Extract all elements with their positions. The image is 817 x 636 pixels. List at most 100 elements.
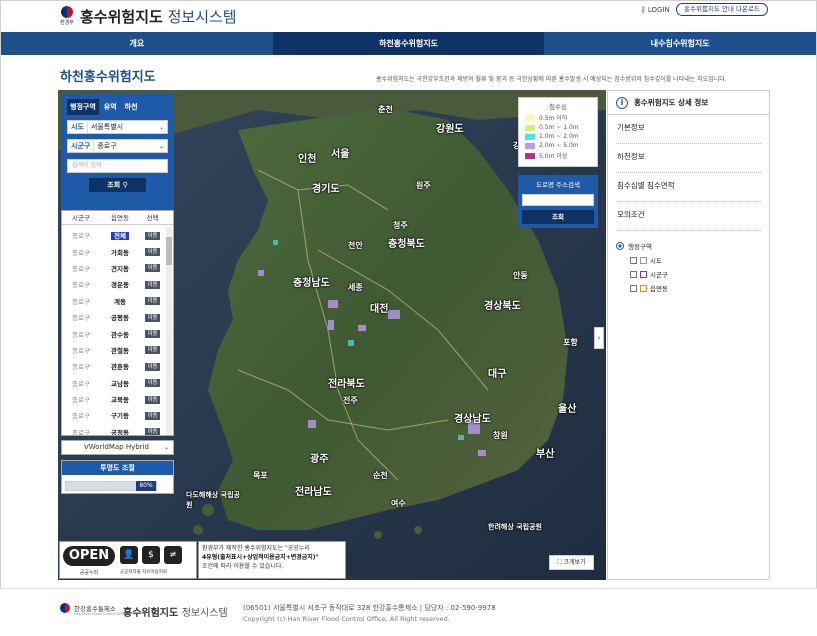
table-row[interactable]: 종로구 교북동 이동 <box>62 391 166 407</box>
move-button[interactable]: 이동 <box>145 346 160 355</box>
row-sigungu: 종로구 <box>72 379 90 388</box>
row-dong: 관철동 <box>111 346 129 355</box>
sido-select[interactable]: 시도 서울특별시 ⌄ <box>67 120 168 134</box>
site-title[interactable]: 홍수위험지도 정보시스템 <box>80 6 237 27</box>
nav-item-river-flood-map[interactable]: 하천홍수위험지도 <box>272 32 545 55</box>
gov-emblem-icon <box>60 603 70 613</box>
table-scrollbar[interactable] <box>166 227 172 435</box>
move-button[interactable]: 이동 <box>145 395 160 404</box>
row-dong: 계동 <box>114 297 126 306</box>
map-label: 대구 <box>488 369 507 380</box>
tab-admin-district[interactable]: 행정구역 <box>67 99 99 115</box>
basemap-select[interactable]: VWorldMap Hybrid ⌄ <box>61 440 174 455</box>
layer-sido[interactable]: 시도 <box>630 255 761 265</box>
detail-flood-area[interactable]: 침수심별 침수면적 <box>616 173 761 202</box>
chevron-down-icon: ⌄ <box>163 444 169 451</box>
chevron-down-icon: ⌄ <box>158 142 164 150</box>
page-description: 홍수위험지도는 극한강우조건과 제방의 월류 및 붕괴 등 극한상황에 따른 홍… <box>376 76 727 83</box>
map-label: 전라남도 <box>295 487 332 498</box>
table-row[interactable]: 종로구 관수동 이동 <box>62 325 166 341</box>
layer-eupmyeondong[interactable]: 읍면동 <box>630 283 761 293</box>
move-button[interactable]: 이동 <box>145 248 160 257</box>
map-label: 인천 <box>298 154 317 165</box>
row-dong: 공평동 <box>111 314 129 323</box>
map-label: 대전 <box>370 304 389 315</box>
nav-item-inland-flood-map[interactable]: 내수침수위험지도 <box>544 32 816 55</box>
table-row[interactable]: 종로구 공평동 이동 <box>62 309 166 325</box>
layer-group-admin[interactable]: 행정구역 <box>616 241 761 251</box>
login-link[interactable]: ⚷ LOGIN <box>640 5 670 14</box>
table-row[interactable]: 종로구 견지동 이동 <box>62 260 166 276</box>
detail-river-info[interactable]: 하천정보 <box>616 144 761 173</box>
row-sigungu: 종로구 <box>72 264 90 273</box>
row-dong: 관훈동 <box>111 363 129 372</box>
sigungu-select[interactable]: 시군구 종로구 ⌄ <box>67 139 168 153</box>
map-label: 경기도 <box>312 184 340 195</box>
panel-toggle-button[interactable]: › <box>594 327 604 349</box>
move-button[interactable]: 이동 <box>145 231 160 240</box>
row-sigungu: 종로구 <box>72 314 90 323</box>
legend-item: 2.0m ~ 5.0m <box>525 142 591 149</box>
table-row[interactable]: 종로구 전체 이동 <box>62 227 166 243</box>
address-input[interactable] <box>522 194 594 206</box>
search-button[interactable]: 조회 ⚲ <box>89 178 146 192</box>
map-label: 포항 <box>563 338 578 347</box>
nav-item-overview[interactable]: 개요 <box>1 32 273 55</box>
map-label: 경상남도 <box>454 414 491 425</box>
table-row[interactable]: 종로구 궁정동 이동 <box>62 424 166 436</box>
move-button[interactable]: 이동 <box>145 280 160 289</box>
legend-item: 0.5m 이하 <box>525 113 591 122</box>
fullscreen-button[interactable]: ⛶ 크게보기 <box>549 555 594 570</box>
row-dong: 견지동 <box>111 264 129 273</box>
move-button[interactable]: 이동 <box>145 330 160 339</box>
header: 환경부 홍수위험지도 정보시스템 ⚷ LOGIN 홍수위험지도 안내 다운로드 <box>0 0 817 32</box>
district-table: 시군구 읍면동 선택 종로구 전체 이동 종로구 가회동 이동 종로구 견지동 이동 종로구 경운동… <box>61 210 174 436</box>
opacity-control: 투명도 조절 80% <box>61 460 174 494</box>
move-button[interactable]: 이동 <box>145 428 160 435</box>
tab-basin[interactable]: 유역 <box>101 99 120 115</box>
opacity-value[interactable]: 80% <box>136 481 156 491</box>
search-input[interactable]: 검색어 입력 <box>67 159 168 173</box>
detail-basic-info[interactable]: 기본정보 <box>616 115 761 144</box>
map-label: 세종 <box>348 283 363 292</box>
row-dong: 교남동 <box>111 379 129 388</box>
move-button[interactable]: 이동 <box>145 313 160 322</box>
tab-river[interactable]: 하천 <box>122 99 141 115</box>
move-button[interactable]: 이동 <box>145 362 160 371</box>
map-label: 다도해해상 국립공원 <box>186 491 240 509</box>
legend-item: 1.0m ~ 2.0m <box>525 133 591 140</box>
layer-sigungu[interactable]: 시군구 <box>630 269 761 279</box>
move-button[interactable]: 이동 <box>145 379 160 388</box>
table-row[interactable]: 종로구 관훈동 이동 <box>62 358 166 374</box>
expand-icon: ⛶ <box>557 559 562 566</box>
row-sigungu: 종로구 <box>72 248 90 257</box>
table-row[interactable]: 종로구 계동 이동 <box>62 293 166 309</box>
gov-emblem-icon: 환경부 <box>60 6 74 26</box>
move-button[interactable]: 이동 <box>145 264 160 273</box>
row-sigungu: 종로구 <box>72 428 90 436</box>
map-label: 경상북도 <box>484 301 521 312</box>
detail-sim-condition[interactable]: 모의조건 <box>616 202 761 231</box>
address-search-button[interactable]: 조회 <box>522 210 594 224</box>
map-label: 창원 <box>493 431 508 440</box>
move-button[interactable]: 이동 <box>145 411 160 420</box>
table-row[interactable]: 종로구 경운동 이동 <box>62 276 166 292</box>
row-dong: 전체 <box>100 230 140 241</box>
row-dong: 궁정동 <box>111 428 129 436</box>
move-button[interactable]: 이동 <box>145 297 160 306</box>
table-row[interactable]: 종로구 교남동 이동 <box>62 375 166 391</box>
map-label: 전라북도 <box>328 379 365 390</box>
table-row[interactable]: 종로구 구기동 이동 <box>62 407 166 423</box>
row-dong: 경운동 <box>111 281 129 290</box>
map-label: 목포 <box>253 471 268 480</box>
map-label: 부산 <box>536 449 555 460</box>
map-label: 광주 <box>310 454 329 465</box>
license-notice: 환경부가 제작한 홍수위험지도는 "공공누리 4유형(출처표시+상업적이용금지+… <box>198 541 346 579</box>
search-panel: 행정구역 유역 하천 시도 서울특별시 ⌄ 시군구 종로구 ⌄ 검색어 입력 조… <box>61 93 174 210</box>
map-label: 안동 <box>513 271 528 280</box>
no-derivative-icon: ≠ <box>164 546 182 564</box>
manual-download-button[interactable]: 홍수위험지도 안내 다운로드 <box>676 3 768 16</box>
attribution-icon: 👤 <box>120 546 138 564</box>
table-row[interactable]: 종로구 관철동 이동 <box>62 342 166 358</box>
table-row[interactable]: 종로구 가회동 이동 <box>62 243 166 259</box>
